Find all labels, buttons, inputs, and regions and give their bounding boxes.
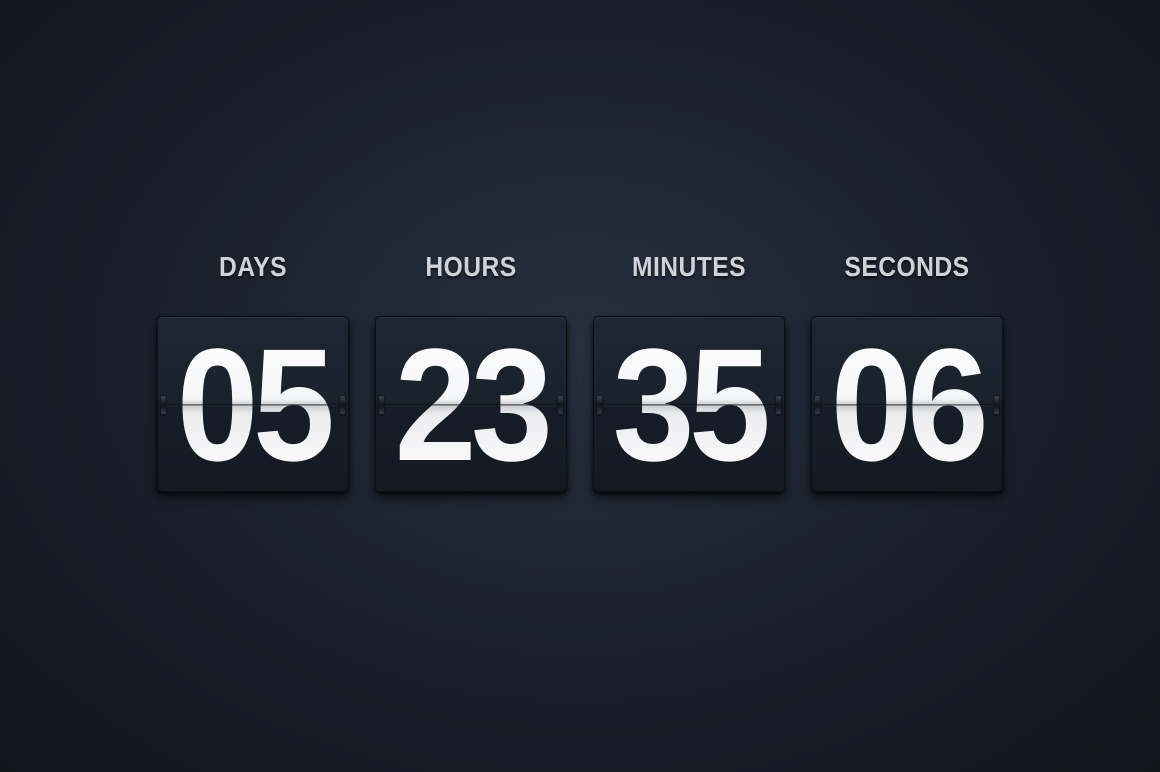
flip-card-days: 05 [157,316,349,492]
unit-label-hours: HOURS [425,251,517,282]
hinge-left [597,396,602,414]
hinge-right [558,396,563,414]
unit-label-days: DAYS [219,251,287,282]
countdown-unit-hours: HOURS 23 [375,248,567,492]
card-split-line [158,404,348,406]
card-split-line [812,404,1002,406]
countdown-unit-days: DAYS 05 [157,248,349,492]
unit-label-seconds: SECONDS [844,251,970,282]
countdown-unit-minutes: MINUTES 35 [593,248,785,492]
hinge-right [776,396,781,414]
hinge-left [161,396,166,414]
card-split-line [594,404,784,406]
flip-card-seconds: 06 [811,316,1003,492]
flip-card-minutes: 35 [593,316,785,492]
flip-card-hours: 23 [375,316,567,492]
hinge-right [340,396,345,414]
unit-label-minutes: MINUTES [632,251,746,282]
card-split-line [376,404,566,406]
countdown-unit-seconds: SECONDS 06 [811,248,1003,492]
hinge-left [379,396,384,414]
hinge-left [815,396,820,414]
countdown-timer: DAYS 05 HOURS 23 MINUTES 35 SECONDS 06 [0,0,1160,772]
hinge-right [994,396,999,414]
